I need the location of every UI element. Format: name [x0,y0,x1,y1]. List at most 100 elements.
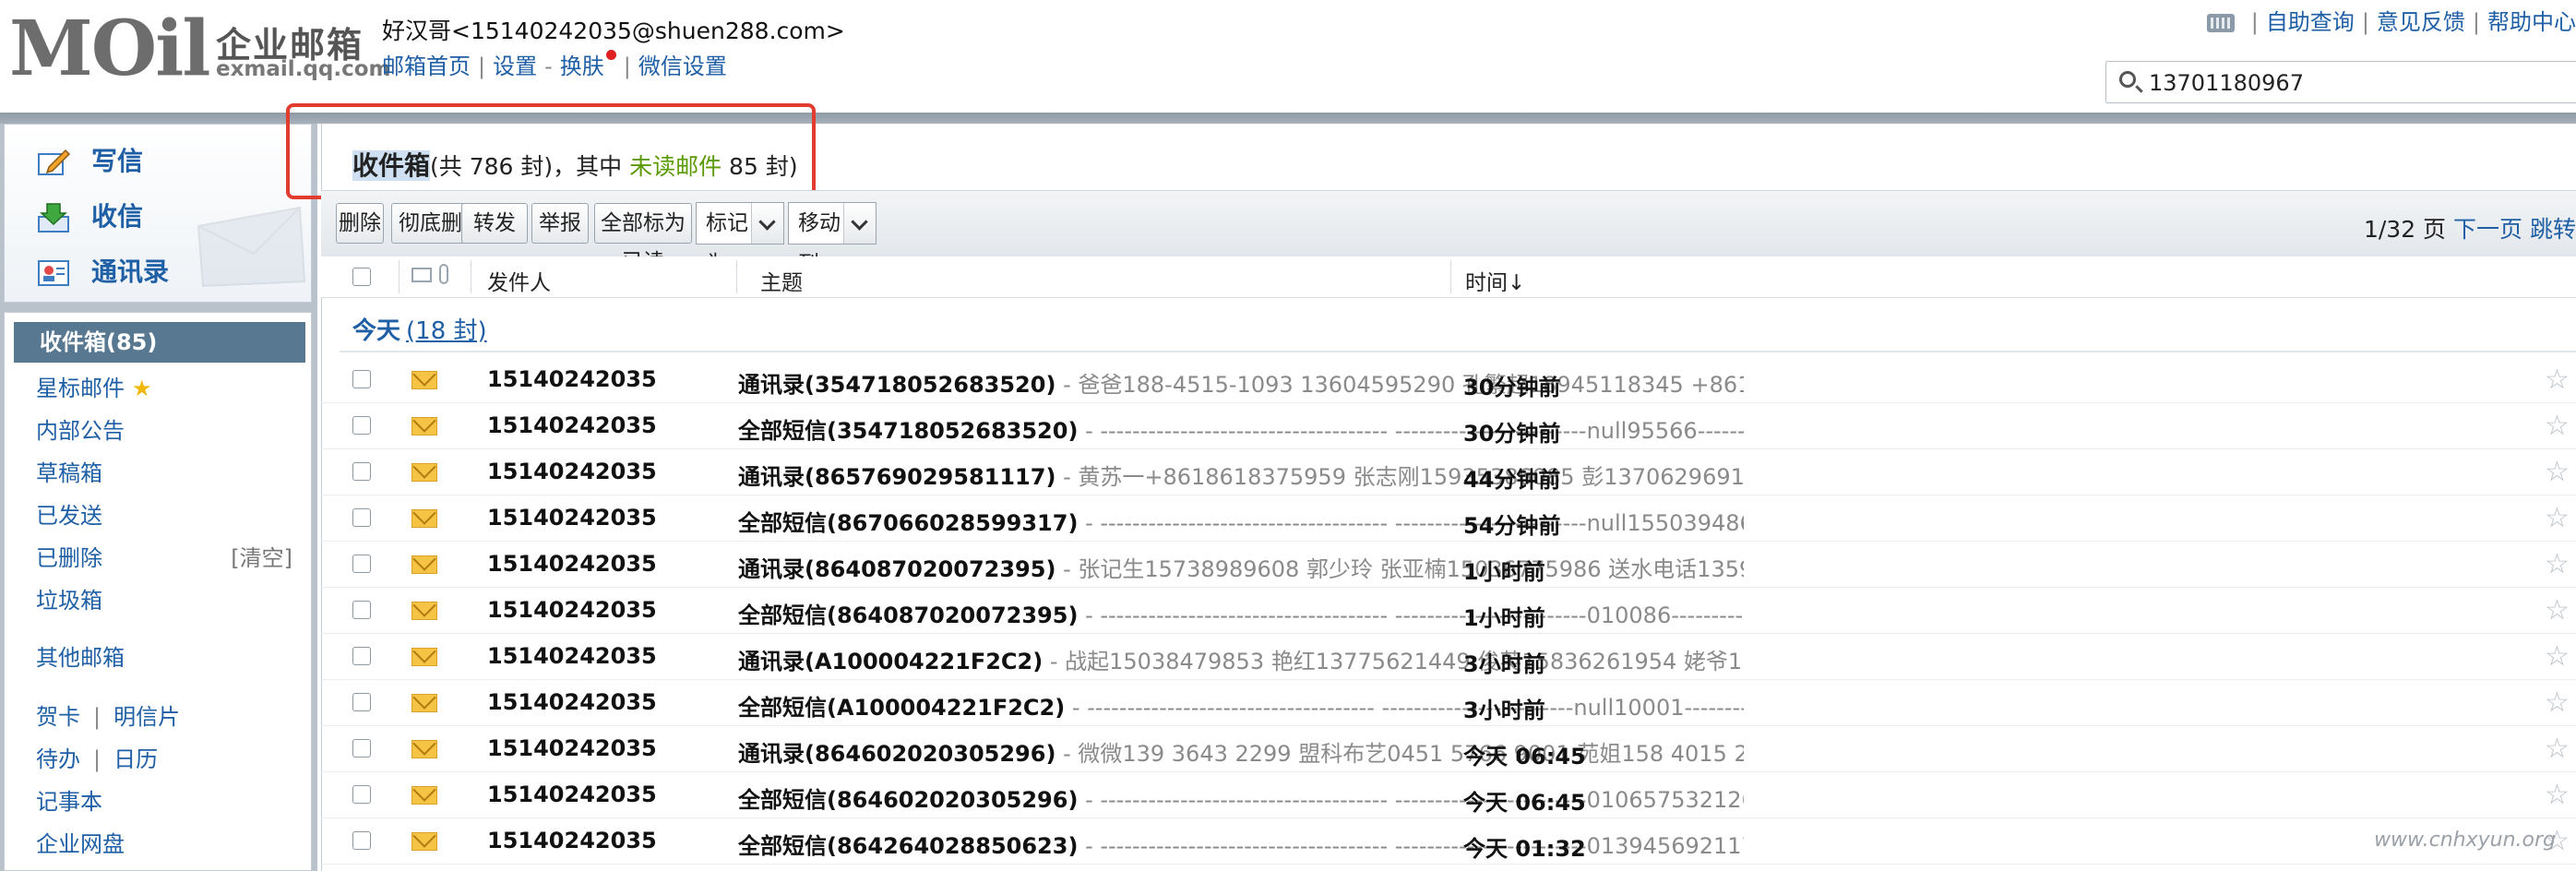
table-row[interactable]: 15140242035 全部短信(864602020305296) - -----… [321,771,2576,818]
row-sender[interactable]: 15140242035 [487,689,657,715]
table-row[interactable]: 15140242035 通讯录(865769029581117) - 黄苏一+86… [321,448,2576,495]
row-checkbox[interactable] [352,739,371,758]
user-account: 好汉哥<15140242035@shuen288.com> [382,18,845,44]
row-sender[interactable]: 15140242035 [487,551,657,577]
row-sender[interactable]: 15140242035 [487,735,657,761]
greeting-card-link[interactable]: 贺卡 [36,704,80,730]
star-icon[interactable]: ☆ [2545,640,2570,673]
todo-link[interactable]: 待办 [36,746,80,772]
row-sender[interactable]: 15140242035 [487,459,657,484]
row-checkbox[interactable] [352,831,371,850]
sender-column-header[interactable]: 发件人 [487,265,551,296]
row-checkbox[interactable] [352,647,371,665]
postcard-link[interactable]: 明信片 [113,704,180,730]
star-icon[interactable]: ☆ [2545,410,2570,442]
jump-page-link[interactable]: 跳转 [2530,216,2576,243]
logo[interactable]: MOil 企业邮箱 exmail.qq.com [6,6,391,90]
row-checkbox[interactable] [352,508,371,527]
table-row[interactable]: 15140242035 通讯录(354718052683520) - 爸爸188-… [321,356,2576,403]
row-sender[interactable]: 15140242035 [487,597,657,623]
folder-notice[interactable]: 内部公告 [36,412,125,445]
row-subject[interactable]: 全部短信(864087020072395) - ----------------… [738,597,1744,629]
table-row[interactable]: 15140242035 通讯录(A100004221F2C2) - 战起15038… [321,633,2576,680]
mailbox-home-link[interactable]: 邮箱首页 [382,54,471,79]
row-subject[interactable]: 通讯录(354718052683520) - 爸爸188-4515-1093 1… [738,366,1744,399]
row-sender[interactable]: 15140242035 [487,412,657,438]
mark-all-read-button[interactable]: 全部标为已读 [594,203,692,274]
star-icon[interactable]: ☆ [2545,594,2570,626]
table-row[interactable]: 15140242035 全部短信(864264028850623) - -----… [321,817,2576,865]
group-today-header[interactable]: 今天 (18 封) [352,312,487,346]
compose-button[interactable]: 写信 [36,141,143,178]
row-checkbox[interactable] [352,462,371,481]
time-column-header[interactable]: 时间↓ [1465,265,1525,296]
star-icon[interactable]: ☆ [2545,686,2570,719]
row-sender[interactable]: 15140242035 [487,505,657,531]
star-icon[interactable]: ☆ [2545,364,2570,396]
row-checkbox[interactable] [352,416,371,435]
row-subject[interactable]: 全部短信(867066028599317) - ----------------… [738,505,1744,537]
folder-inbox[interactable]: 收件箱(85) [14,322,305,363]
search-box[interactable] [2105,61,2576,103]
notes-link[interactable]: 记事本 [36,783,102,816]
calendar-link[interactable]: 日历 [113,746,158,772]
move-to-dropdown[interactable]: 移动到... [788,202,877,276]
table-row[interactable]: 15140242035 全部短信(A100004221F2C2) - ------… [321,679,2576,726]
row-sender[interactable]: 15140242035 [487,782,657,807]
table-row[interactable]: 15140242035 通讯录(864602020305296) - 微微139 … [321,725,2576,772]
row-checkbox[interactable] [352,693,371,711]
row-subject[interactable]: 全部短信(A100004221F2C2) - -----------------… [738,689,1744,722]
row-checkbox[interactable] [352,370,371,388]
clear-deleted-link[interactable]: [清空] [231,540,292,572]
group-count[interactable]: (18 封) [406,317,487,345]
mark-as-dropdown[interactable]: 标记为... [696,202,784,276]
subject-column-header[interactable]: 主题 [760,265,803,296]
star-icon[interactable]: ☆ [2545,548,2570,580]
header: MOil 企业邮箱 exmail.qq.com 好汉哥<15140242035@… [0,0,2576,113]
row-checkbox[interactable] [352,785,371,804]
folder-other-mailbox[interactable]: 其他邮箱 [36,639,125,672]
row-subject[interactable]: 全部短信(354718052683520) - ----------------… [738,412,1744,445]
folder-starred[interactable]: 星标邮件 ★ [36,370,152,402]
row-subject[interactable]: 通讯录(A100004221F2C2) - 战起15038479853 艳红13… [738,643,1744,675]
folder-deleted[interactable]: 已删除 [清空] [36,540,304,572]
forward-button[interactable]: 转发 [461,203,528,244]
row-subject[interactable]: 通讯录(864087020072395) - 张记生15738989608 郭少… [738,551,1744,583]
row-checkbox[interactable] [352,555,371,573]
star-icon[interactable]: ☆ [2545,779,2570,811]
folder-sent[interactable]: 已发送 [36,497,102,530]
change-skin-link[interactable]: 换肤 [560,54,604,79]
report-button[interactable]: 举报 [531,203,589,244]
next-page-link[interactable]: 下一页 [2453,216,2522,243]
search-input[interactable] [2147,66,2576,101]
help-center-link[interactable]: 帮助中心 [2487,9,2576,35]
row-subject[interactable]: 全部短信(864602020305296) - ----------------… [738,782,1744,814]
star-icon[interactable]: ☆ [2545,456,2570,488]
folder-trash[interactable]: 垃圾箱 [36,582,102,614]
table-row[interactable]: 15140242035 通讯录(864087020072395) - 张记生157… [321,541,2576,588]
table-row[interactable]: 15140242035 全部短信(864087020072395) - -----… [321,587,2576,634]
receive-button[interactable]: 收信 [36,197,143,233]
row-subject[interactable]: 全部短信(864264028850623) - ----------------… [738,828,1744,860]
delete-button[interactable]: 删除 [336,203,384,244]
row-time: 1小时前 [1463,559,1545,585]
row-checkbox[interactable] [352,601,371,619]
row-sender[interactable]: 15140242035 [487,643,657,669]
contacts-button[interactable]: 通讯录 [36,252,169,289]
folder-drafts[interactable]: 草稿箱 [36,455,102,487]
keyboard-icon[interactable] [2206,14,2235,32]
netdisk-link[interactable]: 企业网盘 [36,826,125,858]
row-subject[interactable]: 通讯录(864602020305296) - 微微139 3643 2299 盟… [738,735,1744,768]
star-icon[interactable]: ☆ [2545,502,2570,534]
table-row[interactable]: 15140242035 全部短信(354718052683520) - -----… [321,402,2576,449]
wechat-settings-link[interactable]: 微信设置 [638,54,727,79]
select-all-checkbox[interactable] [352,268,371,286]
row-sender[interactable]: 15140242035 [487,828,657,853]
table-row[interactable]: 15140242035 全部短信(867066028599317) - -----… [321,495,2576,542]
row-sender[interactable]: 15140242035 [487,366,657,392]
star-icon[interactable]: ☆ [2545,733,2570,765]
row-subject[interactable]: 通讯录(865769029581117) - 黄苏一+8618618375959… [738,459,1744,491]
settings-link[interactable]: 设置 [493,54,537,79]
feedback-link[interactable]: 意见反馈 [2377,9,2465,35]
self-service-link[interactable]: 自助查询 [2266,9,2355,35]
